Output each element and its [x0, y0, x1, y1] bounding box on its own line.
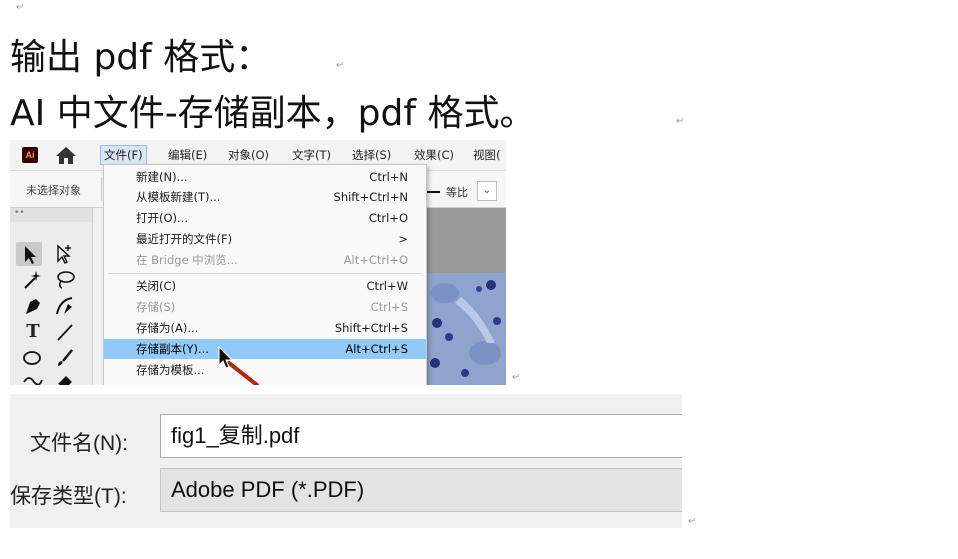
menu-select[interactable]: 选择(S)	[352, 147, 391, 163]
menu-view[interactable]: 视图(	[473, 147, 501, 163]
doc-line-1: 输出 pdf 格式：	[10, 37, 272, 78]
ellipse-tool-icon[interactable]	[20, 346, 46, 370]
file-menu-dropdown: 新建(N)... Ctrl+N 从模板新建(T)... Shift+Ctrl+N…	[103, 164, 427, 385]
pen-tool-icon[interactable]	[20, 294, 46, 318]
menu-item-label: 新建(N)...	[136, 170, 188, 184]
doc-line-2: AI 中文件-存储副本，pdf 格式。	[10, 93, 536, 134]
menu-item-new[interactable]: 新建(N)... Ctrl+N	[104, 167, 426, 187]
menu-item-label: 从模板新建(T)...	[136, 190, 221, 204]
menu-item-shortcut: Shift+Ctrl+S	[334, 321, 408, 335]
menu-item-shortcut: Alt+Ctrl+O	[343, 253, 408, 267]
magic-wand-tool-icon[interactable]	[20, 268, 46, 292]
paragraph-mark: ↵	[688, 516, 697, 527]
menu-effect[interactable]: 效果(C)	[414, 147, 454, 163]
menu-item-label: 存储副本(Y)...	[136, 342, 209, 356]
paragraph-mark: ↵	[336, 60, 345, 71]
menu-item-shortcut: Ctrl+O	[368, 211, 408, 225]
paragraph-mark: ↵	[512, 372, 521, 383]
menu-object[interactable]: 对象(O)	[228, 147, 269, 163]
mouse-cursor-icon	[218, 345, 259, 385]
save-dialog: 文件名(N): fig1_复制.pdf 保存类型(T): Adobe PDF (…	[10, 394, 682, 528]
menu-item-save-a-copy[interactable]: 存储副本(Y)... Alt+Ctrl+S	[104, 339, 426, 359]
menu-edit[interactable]: 编辑(E)	[168, 147, 207, 163]
menu-item-browse-in-bridge[interactable]: 在 Bridge 中浏览... Alt+Ctrl+O	[104, 250, 426, 270]
filename-label: 文件名(N):	[30, 432, 128, 455]
chevron-down-icon[interactable]: ⌄	[477, 181, 497, 201]
shaper-tool-icon[interactable]	[20, 368, 46, 385]
menu-item-shortcut: Ctrl+W	[366, 279, 408, 293]
artboard-background	[425, 208, 506, 273]
home-icon[interactable]	[54, 144, 78, 166]
paragraph-mark: ↵	[676, 116, 685, 127]
ai-logo-icon: Ai	[22, 147, 38, 163]
curvature-tool-icon[interactable]	[52, 294, 78, 318]
no-selection-label: 未选择对象	[26, 184, 81, 197]
paintbrush-tool-icon[interactable]	[52, 346, 78, 370]
eraser-tool-icon[interactable]	[52, 368, 78, 385]
menu-item-label: 存储(S)	[136, 300, 176, 314]
paragraph-mark: ↵	[16, 2, 25, 13]
ai-toolbar: •• T	[10, 208, 93, 385]
menu-item-label: 最近打开的文件(F)	[136, 232, 233, 246]
ratio-label: 等比	[446, 186, 468, 199]
menu-type[interactable]: 文字(T)	[292, 147, 331, 163]
menu-item-save-as-template[interactable]: 存储为模板...	[104, 360, 426, 380]
filetype-select[interactable]: Adobe PDF (*.PDF)	[160, 468, 682, 512]
menu-item-shortcut: Alt+Ctrl+S	[345, 342, 408, 356]
filetype-label: 保存类型(T):	[10, 485, 127, 508]
divider	[101, 177, 102, 201]
type-tool-icon[interactable]: T	[20, 320, 46, 344]
menu-separator	[108, 273, 422, 274]
menu-item-save[interactable]: 存储(S) Ctrl+S	[104, 297, 426, 317]
illustrator-screenshot: Ai 文件(F) 编辑(E) 对象(O) 文字(T) 选择(S) 效果(C) 视…	[10, 140, 506, 385]
menu-item-label: 打开(O)...	[136, 211, 188, 225]
menu-item-save-as[interactable]: 存储为(A)... Shift+Ctrl+S	[104, 318, 426, 338]
selection-tool-icon[interactable]	[16, 242, 42, 266]
menu-item-label: 存储为模板...	[136, 363, 205, 377]
menu-item-open-recent[interactable]: 最近打开的文件(F) >	[104, 229, 426, 249]
toolbar-grip[interactable]: ••	[10, 208, 92, 222]
menu-item-open[interactable]: 打开(O)... Ctrl+O	[104, 208, 426, 228]
direct-selection-tool-icon[interactable]	[50, 242, 76, 266]
menu-item-label: 在 Bridge 中浏览...	[136, 253, 238, 267]
menu-item-new-from-template[interactable]: 从模板新建(T)... Shift+Ctrl+N	[104, 187, 426, 207]
menu-item-shortcut: Ctrl+S	[370, 300, 408, 314]
filename-input[interactable]: fig1_复制.pdf	[160, 414, 682, 458]
lasso-tool-icon[interactable]	[52, 268, 78, 292]
micrograph-image	[425, 273, 506, 385]
menu-item-shortcut: Shift+Ctrl+N	[333, 190, 408, 204]
menu-file[interactable]: 文件(F)	[100, 145, 147, 165]
line-tool-icon[interactable]	[52, 320, 78, 344]
menu-item-label: 存储为(A)...	[136, 321, 199, 335]
menu-item-shortcut: Ctrl+N	[369, 170, 408, 184]
menu-item-close[interactable]: 关闭(C) Ctrl+W	[104, 276, 426, 296]
menu-item-label: 关闭(C)	[136, 279, 177, 293]
submenu-arrow-icon: >	[398, 232, 408, 246]
